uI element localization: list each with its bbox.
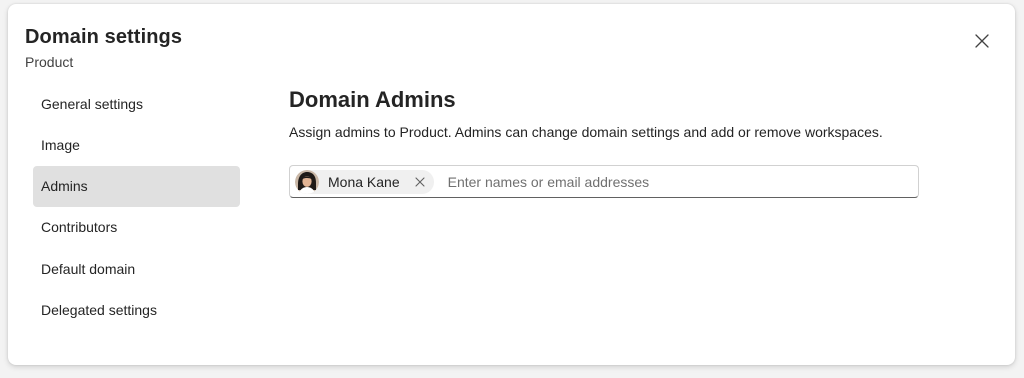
- nav-item-label: Admins: [41, 178, 88, 195]
- nav-item-label: Delegated settings: [41, 301, 157, 318]
- dialog-subtitle: Product: [25, 54, 74, 70]
- domain-settings-dialog: Domain settings Product General settings…: [8, 4, 1015, 365]
- avatar: [295, 169, 319, 194]
- settings-nav: General settings Image Admins Contributo…: [33, 83, 240, 331]
- section-title: Domain Admins: [289, 87, 456, 112]
- nav-item-label: Contributors: [41, 219, 118, 236]
- dismiss-icon: [415, 176, 425, 187]
- close-icon: [975, 34, 989, 48]
- nav-item-label: Default domain: [41, 260, 136, 277]
- nav-item-delegated-settings[interactable]: Delegated settings: [33, 289, 240, 330]
- dialog-title: Domain settings: [25, 26, 183, 48]
- nav-item-label: General settings: [41, 95, 143, 112]
- nav-item-image[interactable]: Image: [33, 124, 240, 165]
- people-picker[interactable]: Mona Kane: [289, 165, 919, 198]
- nav-item-admins[interactable]: Admins: [33, 165, 240, 207]
- people-search-input[interactable]: [445, 172, 890, 191]
- chip-name: Mona Kane: [328, 173, 400, 190]
- nav-item-default-domain[interactable]: Default domain: [33, 248, 240, 289]
- close-button[interactable]: [970, 29, 994, 53]
- nav-item-contributors[interactable]: Contributors: [33, 207, 240, 248]
- section-description: Assign admins to Product. Admins can cha…: [289, 124, 883, 140]
- nav-item-label: Image: [41, 136, 80, 153]
- nav-item-general-settings[interactable]: General settings: [33, 83, 240, 124]
- person-chip[interactable]: Mona Kane: [295, 169, 434, 194]
- chip-remove-button[interactable]: [412, 174, 428, 190]
